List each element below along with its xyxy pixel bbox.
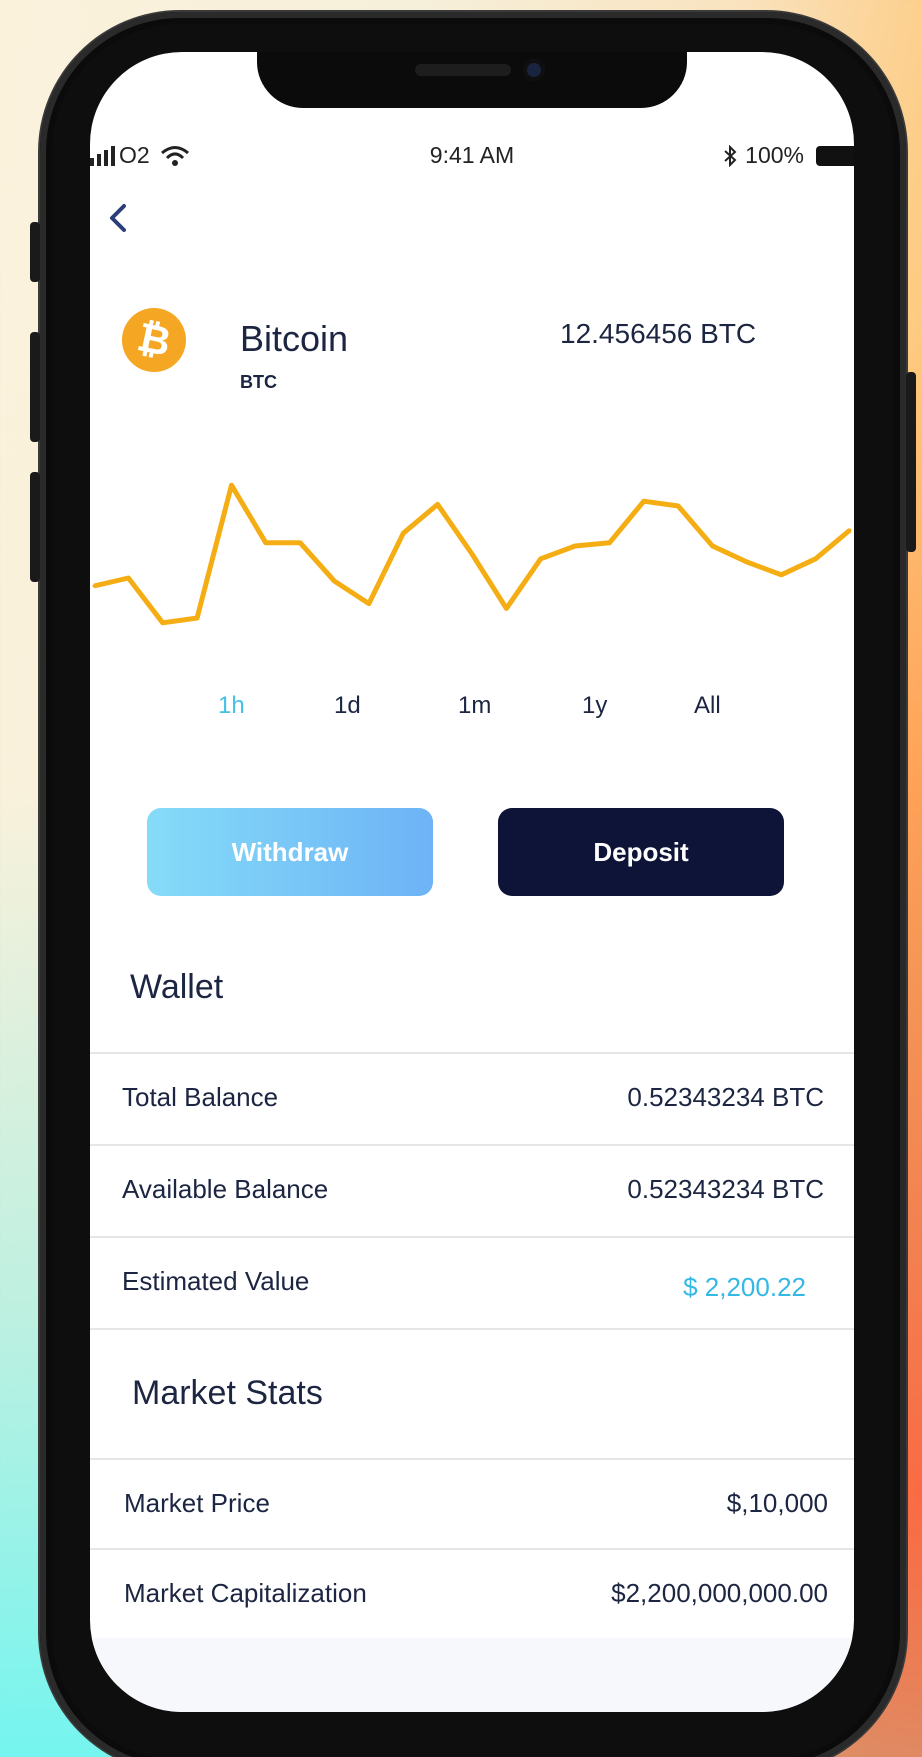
mute-switch xyxy=(30,222,40,282)
price-point xyxy=(711,544,715,548)
row-label: Total Balance xyxy=(122,1082,279,1112)
price-point xyxy=(229,483,233,487)
deposit-button[interactable]: Deposit xyxy=(498,808,784,896)
withdraw-button[interactable]: Withdraw xyxy=(147,808,433,896)
app-screen: O2 9:41 AM 100% ₿ Bitcoin BTC 12.456456 … xyxy=(90,52,854,1712)
status-right: 100% xyxy=(723,142,854,169)
bluetooth-icon xyxy=(724,144,737,167)
tab-1h[interactable]: 1h xyxy=(218,692,245,720)
price-point xyxy=(195,616,199,620)
front-camera xyxy=(523,59,545,81)
price-point xyxy=(848,528,852,532)
price-point xyxy=(745,560,749,564)
wallet-section-title: Wallet xyxy=(130,968,224,1006)
row-value: $2,200,000,000.00 xyxy=(611,1578,828,1608)
price-point xyxy=(264,541,268,545)
wallet-row-available-balance: Available Balance 0.52343234 BTC xyxy=(90,1144,854,1236)
back-button[interactable] xyxy=(106,198,136,242)
price-point xyxy=(126,576,130,580)
tab-1y[interactable]: 1y xyxy=(582,692,607,720)
coin-symbol: BTC xyxy=(240,372,277,392)
price-point xyxy=(92,584,96,588)
speaker xyxy=(415,64,511,76)
market-row-price: Market Price $,10,000 xyxy=(90,1458,854,1550)
time-range-tabs: 1h 1d 1m 1y All xyxy=(90,692,854,732)
row-value: 0.52343234 BTC xyxy=(627,1082,824,1112)
coin-name: Bitcoin xyxy=(240,318,349,359)
volume-down-button xyxy=(30,472,40,582)
row-label: Available Balance xyxy=(122,1174,329,1204)
volume-up-button xyxy=(30,332,40,442)
wallet-row-total-balance: Total Balance 0.52343234 BTC xyxy=(90,1052,854,1144)
row-value: $,10,000 xyxy=(726,1488,828,1518)
notch xyxy=(257,52,687,108)
wallet-row-estimated-value: Estimated Value $ 2,200.22 xyxy=(90,1236,854,1328)
price-point xyxy=(779,573,783,577)
row-value: 0.52343234 BTC xyxy=(627,1174,824,1204)
price-point xyxy=(607,541,611,545)
market-row-capitalization: Market Capitalization $2,200,000,000.00 xyxy=(90,1548,854,1640)
price-point xyxy=(539,557,543,561)
price-point xyxy=(367,602,371,606)
price-point xyxy=(676,504,680,508)
tab-1m[interactable]: 1m xyxy=(458,692,491,720)
bottom-area xyxy=(90,1638,854,1712)
tab-1d[interactable]: 1d xyxy=(334,692,361,720)
battery-percent: 100% xyxy=(745,142,804,168)
price-point xyxy=(436,502,440,506)
row-label: Estimated Value xyxy=(122,1266,310,1296)
price-point xyxy=(573,544,577,548)
price-point xyxy=(298,541,302,545)
price-chart[interactable] xyxy=(90,452,854,672)
market-stats-section-title: Market Stats xyxy=(132,1374,323,1412)
row-label: Market Price xyxy=(124,1488,270,1518)
price-point xyxy=(642,499,646,503)
price-point xyxy=(814,557,818,561)
price-point xyxy=(161,621,165,625)
price-point xyxy=(333,579,337,583)
battery-icon xyxy=(816,145,854,166)
row-label: Market Capitalization xyxy=(124,1578,367,1608)
power-button xyxy=(906,372,916,552)
bitcoin-logo-icon: ₿ xyxy=(116,302,192,378)
price-point xyxy=(470,552,474,556)
row-value: $ 2,200.22 xyxy=(683,1272,806,1302)
coin-holding-amount: 12.456456 BTC xyxy=(560,318,757,349)
divider xyxy=(90,1328,854,1330)
chevron-left-icon xyxy=(110,204,126,232)
status-bar: O2 9:41 AM 100% xyxy=(90,140,854,176)
price-point xyxy=(504,606,508,610)
price-point xyxy=(401,531,405,535)
tab-all[interactable]: All xyxy=(694,692,721,720)
